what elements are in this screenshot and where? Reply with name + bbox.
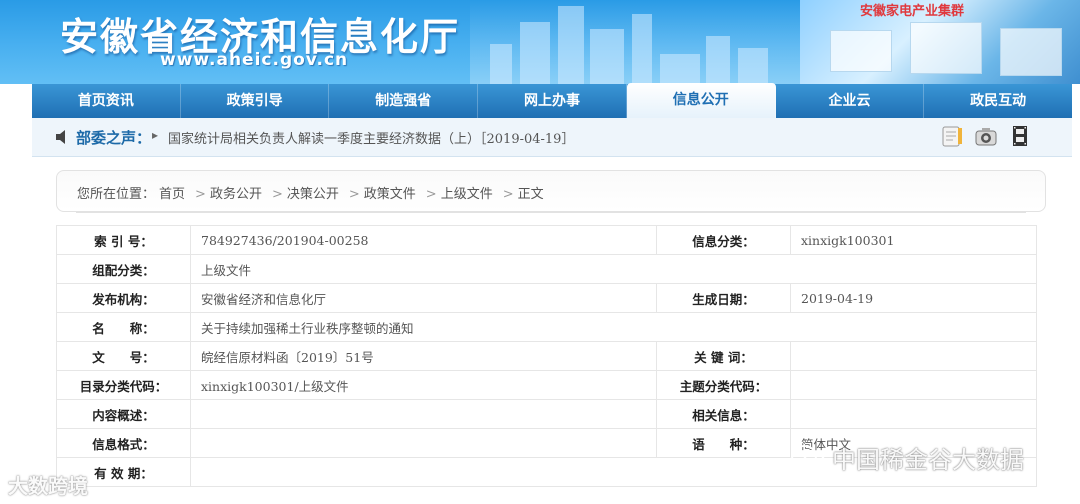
breadcrumb-item-decision[interactable]: 决策公开 [287, 187, 339, 202]
ticker-label: 部委之声： [76, 129, 152, 147]
index-value: 784927436/201904-00258 [190, 225, 657, 255]
ticker-toolbar [940, 124, 1032, 148]
building-shape [738, 48, 768, 84]
breadcrumb-panel: 您所在位置： 首页 > 政务公开 > 决策公开 > 政策文件 > 上级文件 > 正文 [56, 170, 1046, 212]
docno-label: 文 号： [56, 341, 191, 371]
docno-value: 皖经信原材料函〔2019〕51号 [190, 341, 657, 371]
catalog-label: 目录分类代码： [56, 370, 191, 400]
category-label: 信息分类： [656, 225, 791, 255]
table-row: 名 称： 关于持续加强稀土行业秩序整顿的通知 [56, 312, 1037, 342]
banner-photo-caption: 安徽家电产业集群 [860, 4, 965, 19]
summary-value [190, 399, 657, 429]
watermark-left: 大数跨境 [8, 474, 88, 498]
date-label: 生成日期： [656, 283, 791, 313]
exhibit-booth-shape [1000, 28, 1062, 76]
publisher-label: 发布机构： [56, 283, 191, 313]
table-row: 目录分类代码： xinxigk100301/上级文件 主题分类代码： [56, 370, 1037, 400]
news-ticker: 部委之声： ▸ 国家统计局相关负责人解读一季度主要经济数据（上）［2019-04… [32, 118, 1072, 157]
site-banner: 安徽省经济和信息化厅 www.aheic.gov.cn 安徽家电产业集群 [0, 0, 1080, 84]
keywords-label: 关 键 词： [656, 341, 791, 371]
breadcrumb-separator: > [425, 187, 437, 202]
nav-item-enterprise-cloud[interactable]: 企业云 [776, 84, 925, 118]
breadcrumb-separator: > [348, 187, 360, 202]
divider [76, 212, 1026, 213]
wechat-icon [791, 444, 825, 470]
breadcrumb-item-policy-docs[interactable]: 政策文件 [364, 187, 416, 202]
breadcrumb-separator: > [502, 187, 514, 202]
table-row: 发布机构： 安徽省经济和信息化厅 生成日期： 2019-04-19 [56, 283, 1037, 313]
building-shape [660, 54, 700, 84]
group-label: 组配分类： [56, 254, 191, 284]
speaker-icon [56, 130, 65, 144]
breadcrumb-separator: > [195, 187, 206, 202]
table-row: 内容概述： 相关信息： [56, 399, 1037, 429]
main-nav: 首页资讯 政策引导 制造强省 网上办事 信息公开 企业云 政民互动 [32, 83, 1072, 118]
city-skyline [470, 0, 800, 84]
nav-item-home[interactable]: 首页资讯 [32, 84, 181, 118]
building-shape [558, 6, 584, 84]
breadcrumb-item-home[interactable]: 首页 [159, 187, 185, 202]
building-shape [632, 14, 652, 84]
table-row: 索 引 号： 784927436/201904-00258 信息分类： xinx… [56, 225, 1037, 255]
breadcrumb-item-superior-docs[interactable]: 上级文件 [441, 187, 493, 202]
nav-item-interaction[interactable]: 政民互动 [924, 84, 1072, 118]
nav-item-info-disclosure[interactable]: 信息公开 [626, 83, 776, 118]
camera-icon[interactable] [974, 124, 998, 148]
related-value [790, 399, 1037, 429]
building-shape [706, 36, 730, 84]
chevron-right-icon: ▸ [152, 128, 159, 142]
summary-label: 内容概述： [56, 399, 191, 429]
exhibit-booth-shape [910, 22, 982, 74]
table-row: 文 号： 皖经信原材料函〔2019〕51号 关 键 词： [56, 341, 1037, 371]
exhibit-booth-shape [830, 30, 892, 72]
language-label: 语 种： [656, 428, 791, 458]
breadcrumb-item-gov-affairs[interactable]: 政务公开 [210, 187, 262, 202]
watermark-right: 中国稀金谷大数据 [790, 440, 1024, 475]
name-value: 关于持续加强稀土行业秩序整顿的通知 [190, 312, 1037, 342]
banner-photo: 安徽家电产业集群 [800, 0, 1080, 84]
date-value: 2019-04-19 [790, 283, 1037, 313]
catalog-value: xinxigk100301/上级文件 [190, 370, 657, 400]
breadcrumb: 您所在位置： 首页 > 政务公开 > 决策公开 > 政策文件 > 上级文件 > 正文 [77, 183, 548, 202]
building-shape [520, 22, 550, 84]
building-shape [590, 29, 624, 84]
group-value: 上级文件 [190, 254, 1037, 284]
building-shape [490, 44, 512, 84]
site-url[interactable]: www.aheic.gov.cn [160, 50, 348, 70]
nav-item-policy[interactable]: 政策引导 [181, 84, 330, 118]
breadcrumb-separator: > [271, 187, 283, 202]
breadcrumb-prefix: 您所在位置： [77, 187, 156, 202]
name-label: 名 称： [56, 312, 191, 342]
notepad-icon[interactable] [940, 124, 964, 148]
table-row: 组配分类： 上级文件 [56, 254, 1037, 284]
topic-label: 主题分类代码： [656, 370, 791, 400]
film-icon[interactable] [1008, 124, 1032, 148]
ticker-headline-link[interactable]: 国家统计局相关负责人解读一季度主要经济数据（上）［2019-04-19］ [168, 128, 574, 147]
format-label: 信息格式： [56, 428, 191, 458]
nav-item-online-service[interactable]: 网上办事 [478, 84, 627, 118]
breadcrumb-item-current: 正文 [517, 187, 544, 202]
related-label: 相关信息： [656, 399, 791, 429]
publisher-value: 安徽省经济和信息化厅 [190, 283, 657, 313]
topic-value [790, 370, 1037, 400]
watermark-right-text: 中国稀金谷大数据 [832, 446, 1024, 474]
category-value: xinxigk100301 [790, 225, 1037, 255]
nav-item-manufacturing[interactable]: 制造强省 [329, 84, 479, 118]
keywords-value [790, 341, 1037, 371]
index-label: 索 引 号： [56, 225, 191, 255]
format-value [190, 428, 657, 458]
